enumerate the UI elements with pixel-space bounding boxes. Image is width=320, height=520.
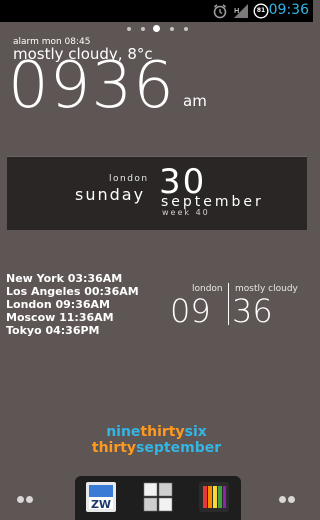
date-city: london xyxy=(109,174,149,184)
word-clock-word: nine xyxy=(106,424,141,440)
world-clock-row: London 09:36AM xyxy=(6,298,110,311)
world-clock-row: Tokyo 04:36PM xyxy=(6,324,100,337)
nav-dot xyxy=(26,496,33,503)
app-drawer-icon[interactable] xyxy=(143,482,173,512)
word-clock-word: september xyxy=(136,440,222,456)
status-bar: H 81 09:36 xyxy=(0,0,313,22)
time-hour: 09 xyxy=(8,49,92,123)
alarm-icon xyxy=(213,4,227,19)
word-clock-word: thirty xyxy=(140,424,185,440)
word-clock-word: six xyxy=(184,424,207,440)
date-weekday: sunday xyxy=(75,185,146,204)
next-page-dots[interactable] xyxy=(279,496,299,504)
world-clock-row: Los Angeles 00:36AM xyxy=(6,285,139,298)
color-bars-app-icon[interactable] xyxy=(199,482,229,512)
nav-dot xyxy=(279,496,286,503)
large-time: 0936 xyxy=(8,49,175,123)
signal-icon: H xyxy=(234,4,248,18)
previous-page-dots[interactable] xyxy=(17,496,37,504)
word-clock-line-time: ninethirtysix xyxy=(0,424,313,440)
word-clock-word: thirty xyxy=(91,440,137,456)
world-clock-widget[interactable]: New York 03:36AM Los Angeles 00:36AM Lon… xyxy=(6,272,139,337)
time-minute: 36 xyxy=(91,49,175,123)
page-dot-active[interactable] xyxy=(153,25,160,32)
zw-app-icon[interactable]: ZW xyxy=(86,482,116,512)
page-dot[interactable] xyxy=(170,27,174,31)
nav-dot xyxy=(288,496,295,503)
world-clock-row: Moscow 11:36AM xyxy=(6,311,114,324)
home-page-indicator[interactable] xyxy=(0,25,313,33)
page-dot[interactable] xyxy=(184,27,188,31)
am-pm-label: am xyxy=(183,92,207,110)
date-week-number: week 40 xyxy=(162,208,210,217)
split-clock-hour: 09 xyxy=(170,292,211,330)
split-clock-minute: 36 xyxy=(232,292,273,330)
status-clock: 09:36 xyxy=(268,2,309,18)
date-widget[interactable]: london sunday 30 september week 40 xyxy=(7,156,307,230)
zw-app-label: ZW xyxy=(91,498,111,511)
word-clock-line-date: thirtyseptember xyxy=(0,440,313,456)
battery-level: 81 xyxy=(256,7,266,14)
split-clock-divider xyxy=(228,283,229,325)
nav-dot xyxy=(17,496,24,503)
page-dot[interactable] xyxy=(127,27,131,31)
svg-text:H: H xyxy=(234,7,239,15)
world-clock-row: New York 03:36AM xyxy=(6,272,123,285)
page-dot[interactable] xyxy=(141,27,145,31)
word-clock-widget[interactable]: ninethirtysix thirtyseptember xyxy=(0,424,313,456)
